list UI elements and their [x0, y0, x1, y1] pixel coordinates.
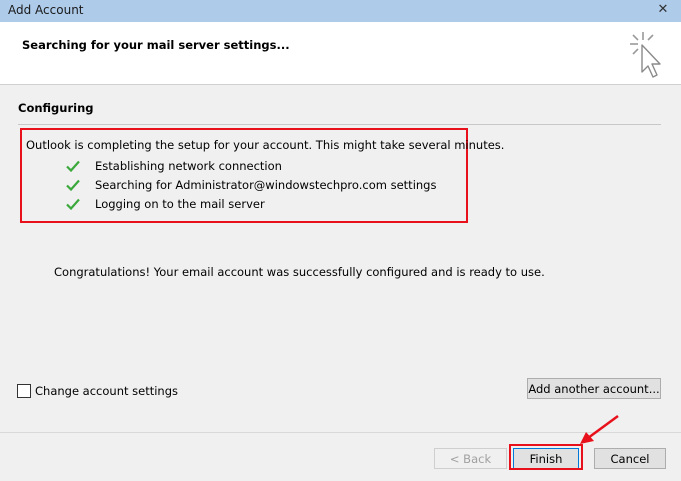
- cancel-button[interactable]: Cancel: [594, 448, 666, 469]
- task-item: Logging on to the mail server: [66, 196, 265, 212]
- annotation-highlight-finish: [509, 444, 583, 470]
- task-item: Establishing network connection: [66, 158, 282, 174]
- close-button[interactable]: ✕: [648, 0, 678, 18]
- back-button[interactable]: < Back: [434, 448, 507, 469]
- wizard-header: Searching for your mail server settings.…: [0, 22, 681, 85]
- annotation-arrow-icon: [580, 414, 619, 444]
- setup-status-message: Outlook is completing the setup for your…: [26, 138, 505, 152]
- page-title: Searching for your mail server settings.…: [22, 38, 290, 52]
- cursor-sparkle-icon: [630, 32, 661, 78]
- check-icon: [66, 160, 80, 172]
- check-icon: [66, 198, 80, 210]
- check-icon: [66, 179, 80, 191]
- change-account-settings-checkbox[interactable]: Change account settings: [17, 384, 178, 398]
- checkbox-label: Change account settings: [35, 384, 179, 398]
- success-message: Congratulations! Your email account was …: [54, 265, 545, 279]
- section-title-configuring: Configuring: [18, 101, 94, 115]
- close-icon: ✕: [657, 1, 669, 17]
- task-item: Searching for Administrator@windowstechp…: [66, 177, 436, 193]
- task-label: Establishing network connection: [95, 159, 282, 173]
- window-titlebar: Add Account: [0, 0, 681, 22]
- section-divider: [18, 124, 661, 125]
- task-label: Searching for Administrator@windowstechp…: [95, 178, 437, 192]
- window-title: Add Account: [8, 3, 84, 17]
- checkbox-box[interactable]: [17, 384, 31, 398]
- task-label: Logging on to the mail server: [95, 197, 265, 211]
- add-another-account-button[interactable]: Add another account...: [527, 378, 661, 399]
